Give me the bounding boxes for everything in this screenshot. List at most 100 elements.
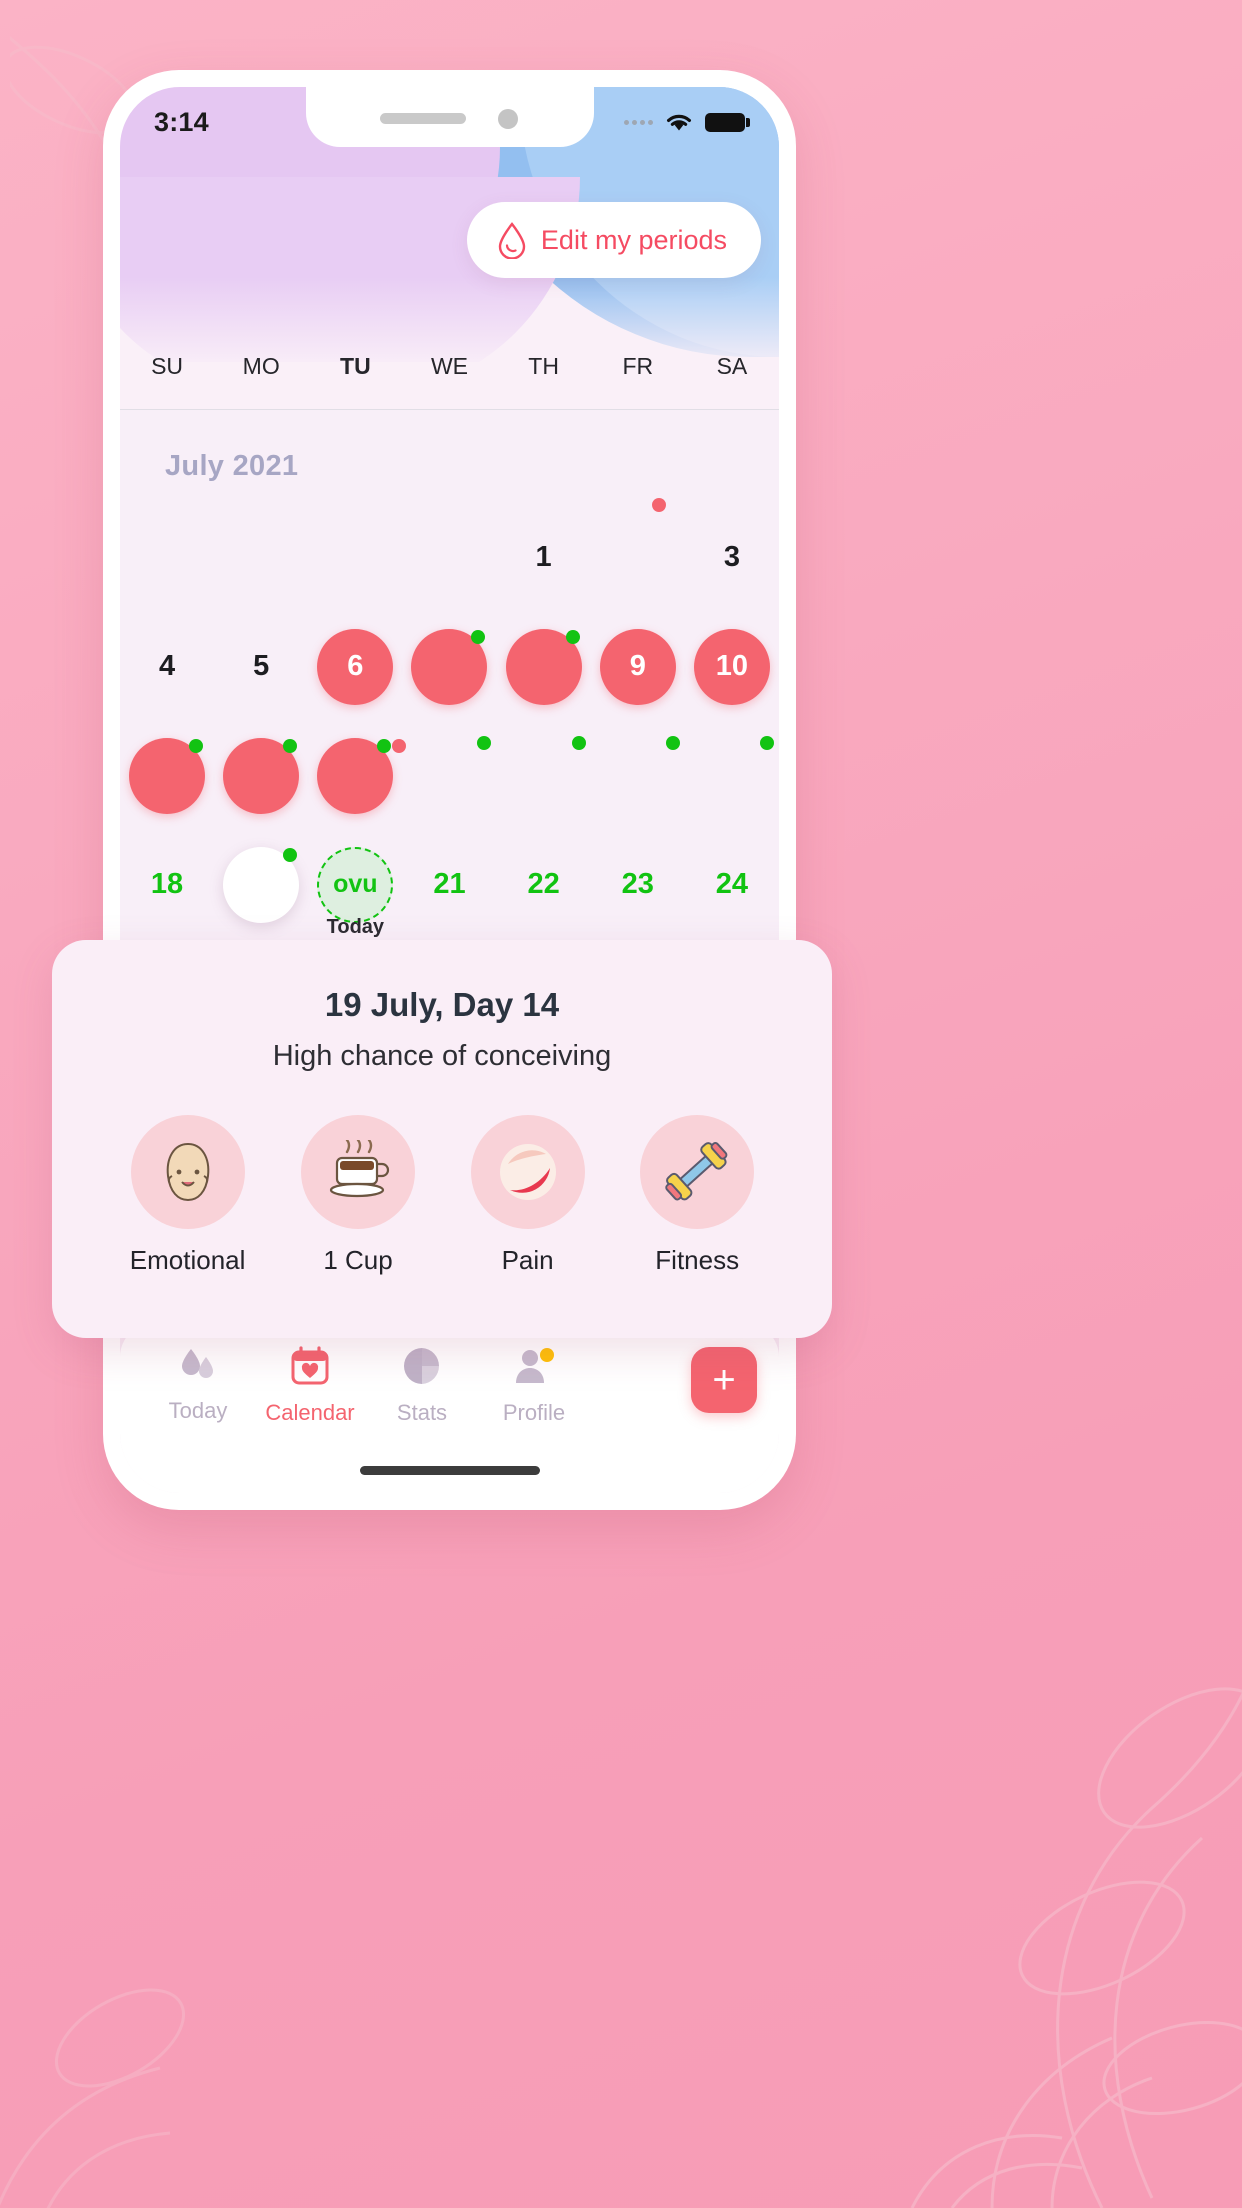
calendar-day-cell[interactable] bbox=[214, 834, 308, 935]
fertile-dot bbox=[565, 629, 580, 644]
day-11[interactable] bbox=[129, 737, 206, 814]
detail-chip-fitness[interactable]: Fitness bbox=[640, 1115, 755, 1276]
calendar-day-cell[interactable] bbox=[402, 725, 496, 826]
nav-item-profile[interactable]: Profile bbox=[478, 1345, 590, 1426]
coffee-cup-icon bbox=[301, 1115, 416, 1229]
day-1[interactable]: 1 bbox=[506, 520, 582, 596]
status-time: 3:14 bbox=[154, 106, 209, 137]
calendar-cell-empty bbox=[308, 507, 402, 608]
day-4[interactable]: 4 bbox=[129, 629, 205, 705]
day-16[interactable] bbox=[600, 735, 680, 814]
nav-item-calendar[interactable]: Calendar bbox=[254, 1345, 366, 1426]
nav-item-stats[interactable]: Stats bbox=[366, 1345, 478, 1426]
weekday-tu: TU bbox=[340, 352, 371, 379]
calendar-day-cell[interactable] bbox=[214, 725, 308, 826]
leaf-decor-left bbox=[0, 1988, 186, 2208]
detail-chip-emotional[interactable]: Emotional bbox=[129, 1115, 246, 1276]
bottom-nav-items: Today Calendar Stats Profile + bbox=[120, 1345, 779, 1426]
detail-chip-pain[interactable]: Pain bbox=[470, 1115, 585, 1276]
nav-item-label: Profile bbox=[502, 1400, 566, 1425]
calendar-day-cell[interactable] bbox=[685, 725, 779, 826]
calendar-day-cell[interactable] bbox=[497, 616, 591, 717]
fertile-dot bbox=[189, 738, 204, 753]
calendar-day-cell[interactable] bbox=[591, 725, 685, 826]
period-dot bbox=[651, 497, 666, 512]
calendar-cell-empty bbox=[120, 507, 214, 608]
day-2[interactable] bbox=[600, 497, 676, 596]
day-6[interactable]: 6 bbox=[317, 628, 394, 705]
day-15[interactable] bbox=[506, 735, 586, 814]
calendar-day-cell[interactable] bbox=[591, 497, 685, 608]
status-icons bbox=[624, 111, 750, 133]
calendar-day-cell[interactable]: ovu Today bbox=[308, 834, 402, 938]
day-21[interactable]: 21 bbox=[411, 847, 487, 923]
fertile-dot bbox=[283, 738, 298, 753]
nav-item-label: Today bbox=[168, 1398, 228, 1423]
fertile-dot bbox=[471, 629, 486, 644]
fertile-dot bbox=[665, 735, 680, 750]
day-14[interactable] bbox=[411, 735, 492, 814]
day-18[interactable]: 18 bbox=[129, 847, 205, 923]
calendar-heart-icon bbox=[289, 1345, 331, 1392]
calendar-day-cell[interactable]: 10 bbox=[685, 616, 779, 717]
weekday-su: SU bbox=[151, 352, 184, 379]
calendar-day-cell[interactable] bbox=[497, 725, 591, 826]
droplets-icon bbox=[177, 1345, 219, 1390]
wifi-icon bbox=[667, 114, 691, 131]
calendar-day-cell[interactable]: 3 bbox=[685, 507, 779, 608]
bottom-navigation: Today Calendar Stats Profile + bbox=[120, 1323, 779, 1493]
weekday-sa: SA bbox=[716, 352, 748, 379]
detail-chips: Emotional 1 Cup Pain Fitness bbox=[52, 1115, 832, 1276]
month-title: July 2021 bbox=[165, 450, 299, 482]
calendar-day-cell[interactable]: 9 bbox=[591, 616, 685, 717]
calendar-day-cell[interactable] bbox=[120, 725, 214, 826]
fertile-dot bbox=[759, 735, 774, 750]
nav-item-today[interactable]: Today bbox=[142, 1345, 254, 1424]
weekday-th: TH bbox=[528, 352, 559, 379]
day-3[interactable]: 3 bbox=[694, 520, 770, 596]
today-label: Today bbox=[326, 916, 385, 938]
day-8[interactable] bbox=[505, 628, 582, 705]
calendar-cell-empty bbox=[402, 507, 496, 608]
day-12[interactable] bbox=[223, 737, 300, 814]
day-9[interactable]: 9 bbox=[599, 628, 676, 705]
nav-item-label: Calendar bbox=[265, 1400, 355, 1425]
add-entry-button[interactable]: + bbox=[691, 1347, 757, 1413]
day-10[interactable]: 10 bbox=[693, 628, 770, 705]
mood-face-icon bbox=[130, 1115, 245, 1229]
calendar-day-cell[interactable] bbox=[308, 725, 407, 826]
calendar-day-cell[interactable]: 6 bbox=[308, 616, 402, 717]
calendar-day-cell[interactable]: 22 bbox=[497, 834, 591, 935]
detail-chip-label: Emotional bbox=[129, 1245, 246, 1275]
day-23[interactable]: 23 bbox=[600, 847, 676, 923]
calendar-day-cell[interactable]: 23 bbox=[591, 834, 685, 935]
droplet-icon bbox=[498, 222, 526, 259]
status-bar: 3:14 bbox=[120, 87, 779, 149]
calendar-day-cell[interactable] bbox=[402, 616, 496, 717]
detail-chip-label: Fitness bbox=[655, 1245, 740, 1275]
weekday-we: WE bbox=[430, 352, 469, 379]
day-ovu[interactable]: ovu bbox=[317, 846, 394, 923]
calendar-day-cell[interactable]: 24 bbox=[685, 834, 779, 935]
edit-periods-button[interactable]: Edit my periods bbox=[466, 202, 761, 278]
detail-chip-1-cup[interactable]: 1 Cup bbox=[301, 1115, 416, 1276]
day-17[interactable] bbox=[694, 735, 774, 814]
calendar-day-cell[interactable]: 5 bbox=[214, 616, 308, 717]
detail-chip-label: Pain bbox=[501, 1245, 554, 1275]
day-24[interactable]: 24 bbox=[694, 847, 770, 923]
day-22[interactable]: 22 bbox=[506, 847, 582, 923]
day-19[interactable] bbox=[223, 846, 300, 923]
signal-dots-icon bbox=[624, 119, 653, 125]
battery-full-icon bbox=[705, 112, 750, 132]
detail-chip-label: 1 Cup bbox=[323, 1245, 393, 1275]
weekday-divider bbox=[120, 409, 779, 410]
day-13[interactable] bbox=[317, 737, 407, 814]
day-5[interactable]: 5 bbox=[223, 629, 299, 705]
day-7[interactable] bbox=[411, 628, 488, 705]
calendar-day-cell[interactable]: 4 bbox=[120, 616, 214, 717]
home-indicator bbox=[359, 1466, 540, 1475]
profile-icon bbox=[512, 1345, 556, 1392]
calendar-day-cell[interactable]: 21 bbox=[402, 834, 496, 935]
calendar-day-cell[interactable]: 1 bbox=[497, 507, 591, 608]
calendar-day-cell[interactable]: 18 bbox=[120, 834, 214, 935]
